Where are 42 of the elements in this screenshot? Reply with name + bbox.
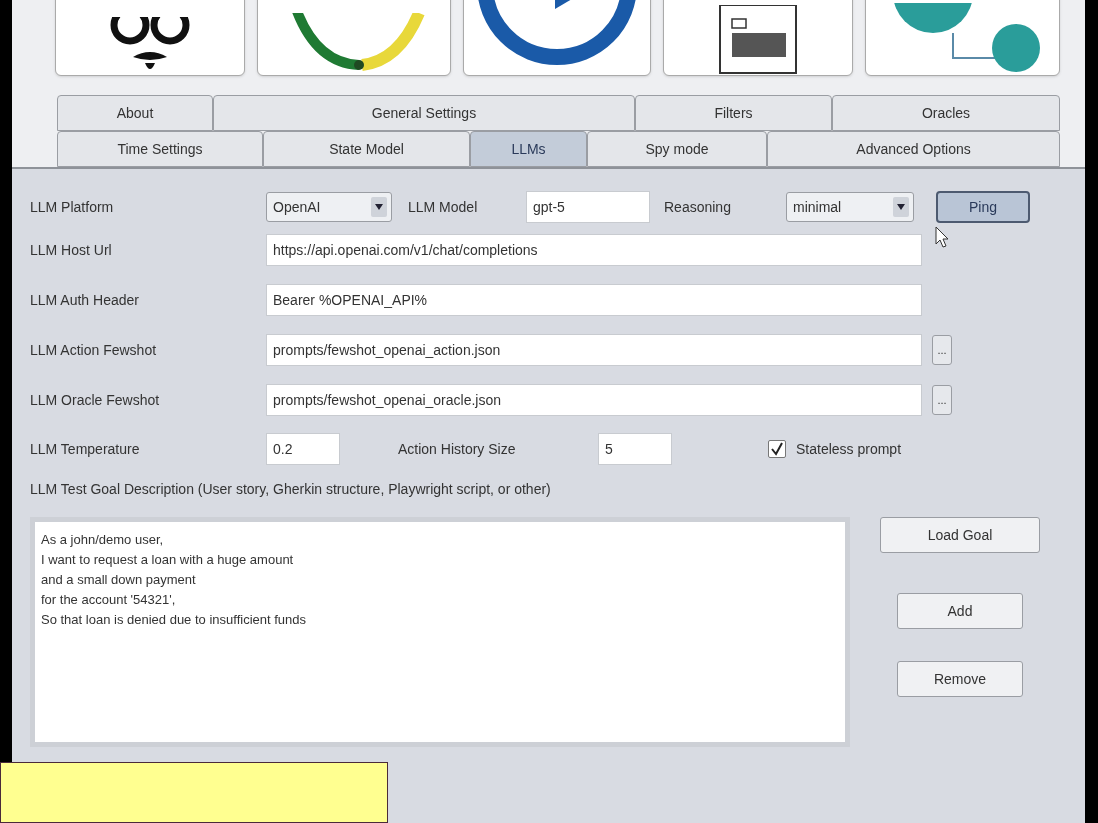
tab[interactable]: Oracles (832, 95, 1060, 131)
goal-text-area[interactable]: As a john/demo user, I want to request a loan with a huge amount and a small down payment for the account '54321', So that loan is denied due to insufficient funds (35, 522, 845, 742)
field-label: LLM Oracle Fewshot (30, 390, 161, 410)
field-label: LLM Action Fewshot (30, 340, 158, 360)
text-field[interactable]: prompts/fewshot_openai_oracle.json (266, 384, 922, 416)
text-field[interactable]: 0.2 (266, 433, 340, 465)
text-field[interactable]: Bearer %OPENAI_API% (266, 284, 922, 316)
field-label: LLM Platform (30, 197, 115, 217)
checkbox[interactable] (768, 440, 786, 458)
text-field[interactable]: prompts/fewshot_openai_action.json (266, 334, 922, 366)
tab[interactable]: Time Settings (57, 131, 263, 167)
goal-button[interactable]: Remove (897, 661, 1023, 697)
field-label: LLM Auth Header (30, 290, 140, 310)
text-field[interactable]: gpt-5 (526, 191, 650, 223)
field-label: LLM Host Url (30, 240, 113, 260)
tab[interactable]: LLMs (470, 131, 587, 167)
toolbar-button[interactable] (463, 0, 651, 76)
section-label: LLM Test Goal Description (User story, Gherkin structure, Playwright script, or other) (30, 480, 552, 499)
ping-button[interactable]: Ping (936, 191, 1030, 223)
cursor-icon (935, 226, 949, 248)
tab[interactable]: State Model (263, 131, 470, 167)
toolbar-button[interactable] (663, 0, 853, 76)
dropdown[interactable]: minimal (786, 192, 914, 222)
field-label: LLM Temperature (30, 439, 141, 459)
browse-button[interactable]: ... (932, 385, 952, 415)
checkbox-label: Stateless prompt (796, 439, 902, 459)
tab[interactable]: Advanced Options (767, 131, 1060, 167)
tab[interactable]: General Settings (213, 95, 635, 131)
goal-button[interactable]: Load Goal (880, 517, 1040, 553)
browse-button[interactable]: ... (932, 335, 952, 365)
dropdown[interactable]: OpenAI (266, 192, 392, 222)
text-field[interactable]: https://api.openai.com/v1/chat/completions (266, 234, 922, 266)
field-label: LLM Model (408, 197, 479, 217)
field-label: Reasoning (664, 197, 732, 217)
tab[interactable]: Filters (635, 95, 832, 131)
document-icon (718, 5, 798, 75)
text-field[interactable]: 5 (598, 433, 672, 465)
tab[interactable]: Spy mode (587, 131, 767, 167)
tab[interactable]: About (57, 95, 213, 131)
goal-button[interactable]: Add (897, 593, 1023, 629)
toolbar-button[interactable] (55, 0, 245, 76)
field-label: Action History Size (398, 439, 517, 459)
